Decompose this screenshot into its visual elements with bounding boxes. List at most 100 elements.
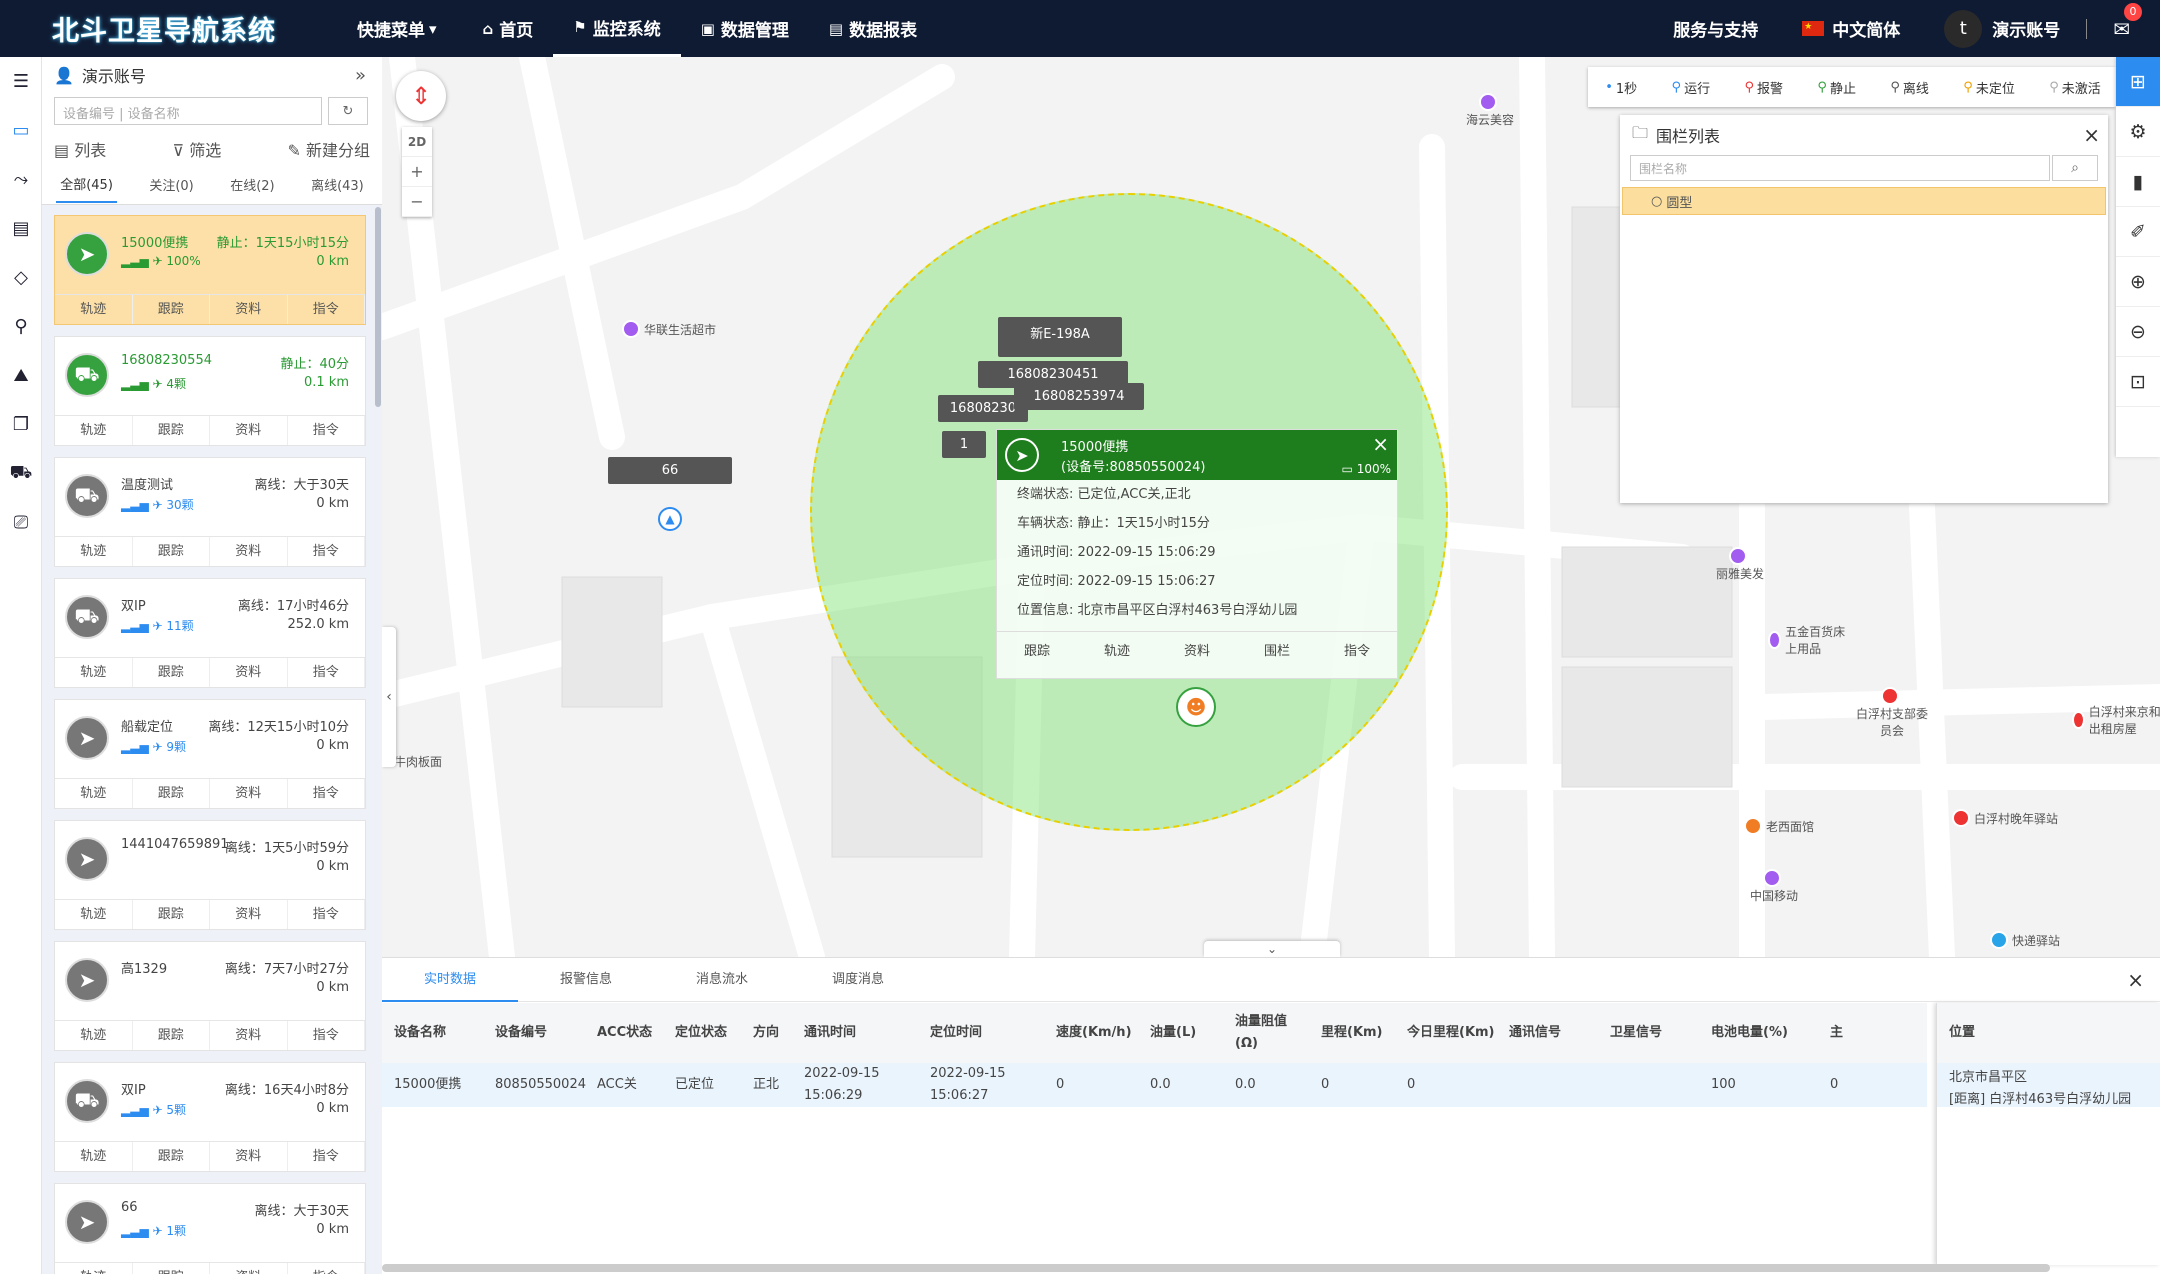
support-link[interactable]: 服务与支持 — [1673, 16, 1758, 41]
tab-alarms[interactable]: 报警信息 — [518, 958, 654, 1002]
close-icon[interactable]: × — [2083, 123, 2100, 147]
ruler-icon[interactable]: ✐ — [2116, 207, 2160, 257]
monitor-panel-icon[interactable]: ▭ — [0, 106, 42, 155]
poi-china-mobile[interactable]: 中国移动 — [1750, 869, 1798, 904]
copy-icon[interactable]: ❐ — [0, 400, 42, 449]
device-card[interactable]: ➤ 1441047659891 离线：1天5小时59分 0 km 轨迹 跟踪 资料 指令 — [54, 820, 366, 930]
nav-data-manage[interactable]: ▣ 数据管理 — [681, 0, 809, 57]
fence-icon[interactable]: ◇ — [0, 253, 42, 302]
document-icon[interactable]: ▤ — [0, 204, 42, 253]
legend-offline[interactable]: ⚲ 离线 — [1890, 78, 1929, 97]
device-action-button[interactable]: 指令 — [288, 900, 365, 929]
device-action-button[interactable]: 资料 — [210, 537, 288, 566]
tab-all[interactable]: 全部(45) — [56, 166, 117, 203]
truck-icon[interactable]: ⛟ — [0, 449, 42, 498]
fence-search-input[interactable]: 围栏名称 — [1630, 155, 2050, 181]
menu-toggle-icon[interactable]: ☰ — [0, 57, 42, 106]
device-card[interactable]: ➤ 15000便携 静止：1天15小时15分 ▂▃▅ ✈ 100% 0 km 轨迹 跟踪 资料… — [54, 215, 366, 325]
poi-station[interactable]: 白浮村晚年驿站 — [1952, 809, 2058, 827]
vehicle-label[interactable]: 66 — [608, 457, 732, 484]
tab-offline[interactable]: 离线(43) — [307, 167, 368, 202]
zoom-out-icon[interactable]: ⊖ — [2116, 307, 2160, 357]
device-action-button[interactable]: 资料 — [210, 900, 288, 929]
nav-home[interactable]: ⌂ 首页 — [463, 0, 554, 57]
vehicle-label[interactable]: 新E-198A — [998, 317, 1122, 357]
device-list-scrollbar[interactable] — [375, 207, 381, 407]
poi-haiyun[interactable]: 海云美容 — [1466, 93, 1514, 128]
device-action-button[interactable]: 资料 — [210, 416, 288, 445]
device-action-button[interactable]: 资料 — [210, 1021, 288, 1050]
popup-track-button[interactable]: 跟踪 — [1024, 640, 1050, 659]
screen-icon[interactable]: ⎚ — [0, 498, 42, 547]
device-action-button[interactable]: 跟踪 — [133, 779, 210, 808]
poi-beef-noodle[interactable]: 牛肉板面 — [394, 753, 442, 770]
table-scrollbar[interactable] — [382, 1264, 2050, 1272]
gear-icon[interactable]: ⚙ — [2116, 107, 2160, 157]
vehicle-label[interactable]: 16808253974 — [1014, 383, 1144, 410]
legend-unlocated[interactable]: ⚲ 未定位 — [1963, 78, 2015, 97]
device-action-button[interactable]: 资料 — [210, 658, 288, 687]
poi-liya[interactable]: 丽雅美发 — [1716, 547, 1764, 582]
refresh-interval[interactable]: • 1秒 — [1605, 78, 1637, 97]
poi-hualian[interactable]: 华联生活超市 — [622, 320, 716, 338]
device-action-button[interactable]: 资料 — [210, 295, 288, 324]
route-icon[interactable]: ⚲ — [0, 302, 42, 351]
device-action-button[interactable]: 指令 — [288, 416, 365, 445]
refresh-icon[interactable]: ↻ — [328, 97, 368, 125]
device-action-button[interactable]: 跟踪 — [133, 1263, 210, 1274]
legend-alarm[interactable]: ⚲ 报警 — [1744, 78, 1783, 97]
device-action-button[interactable]: 跟踪 — [133, 1021, 210, 1050]
poi-hardware[interactable]: 五金百货床上用品 — [1768, 623, 1848, 657]
close-icon[interactable]: × — [2127, 968, 2144, 992]
tab-realtime[interactable]: 实时数据 — [382, 958, 518, 1002]
poi-express[interactable]: 快递驿站 — [1990, 931, 2060, 949]
legend-running[interactable]: ⚲ 运行 — [1672, 78, 1711, 97]
device-card[interactable]: ➤ 高1329 离线：7天7小时27分 0 km 轨迹 跟踪 资料 指令 — [54, 941, 366, 1051]
compass-icon[interactable]: ⇕ — [396, 71, 446, 121]
language-select[interactable]: 中文简体 — [1802, 16, 1900, 41]
legend-inactive[interactable]: ⚲ 未激活 — [2049, 78, 2101, 97]
collapse-panel-icon[interactable]: » — [355, 65, 366, 86]
popup-info-button[interactable]: 资料 — [1184, 640, 1210, 659]
zoom-in-button[interactable]: + — [402, 157, 432, 187]
mail-icon[interactable]: ✉ 0 — [2113, 2, 2142, 41]
device-action-button[interactable]: 轨迹 — [55, 900, 133, 929]
device-action-button[interactable]: 指令 — [288, 1263, 365, 1274]
device-card[interactable]: ➤ 船载定位 离线：12天15小时10分 ▂▃▅ ✈ 9颗 0 km 轨迹 跟踪 资料 指令 — [54, 699, 366, 809]
popup-command-button[interactable]: 指令 — [1344, 640, 1370, 659]
device-card[interactable]: ⛟ 16808230554 静止：40分 ▂▃▅ ✈ 4颗 0.1 km 轨迹 跟踪 资料 指令 — [54, 336, 366, 446]
nav-quick-menu[interactable]: 快捷菜单 ▾ — [337, 0, 463, 57]
device-action-button[interactable]: 跟踪 — [133, 1142, 210, 1171]
vehicle-label[interactable]: 1 — [942, 431, 986, 458]
tab-online[interactable]: 在线(2) — [226, 167, 278, 202]
zoom-out-button[interactable]: − — [402, 187, 432, 217]
avatar[interactable]: t — [1944, 9, 1983, 48]
tab-followed[interactable]: 关注(0) — [145, 167, 197, 202]
poi-rental[interactable]: 白浮村来京和出租房屋 — [2072, 703, 2160, 737]
nav-monitor[interactable]: ⚑ 监控系统 — [553, 0, 681, 57]
popup-fence-button[interactable]: 围栏 — [1264, 640, 1290, 659]
traffic-light-icon[interactable]: ▮ — [2116, 157, 2160, 207]
popup-trail-button[interactable]: 轨迹 — [1104, 640, 1130, 659]
device-action-button[interactable]: 轨迹 — [55, 537, 133, 566]
fence-item[interactable]: ○ 圆型 — [1622, 187, 2106, 215]
device-action-button[interactable]: 轨迹 — [55, 416, 133, 445]
device-action-button[interactable]: 资料 — [210, 1142, 288, 1171]
device-action-button[interactable]: 指令 — [288, 295, 365, 324]
device-card[interactable]: ⛟ 双IP 离线：17小时46分 ▂▃▅ ✈ 11颗 252.0 km 轨迹 跟踪 资料 指令 — [54, 578, 366, 688]
poi-noodle[interactable]: 老西面馆 — [1744, 817, 1814, 835]
device-search-input[interactable]: 设备编号 | 设备名称 — [54, 97, 322, 125]
device-action-button[interactable]: 跟踪 — [133, 900, 210, 929]
device-action-button[interactable]: 轨迹 — [55, 1142, 133, 1171]
close-icon[interactable]: × — [1372, 432, 1389, 456]
account-name[interactable]: 演示账号 — [1992, 16, 2060, 41]
legend-static[interactable]: ⚲ 静止 — [1817, 78, 1856, 97]
device-action-button[interactable]: 轨迹 — [55, 658, 133, 687]
collapse-bottom-icon[interactable]: ⌄ — [1204, 941, 1340, 957]
device-card[interactable]: ➤ 66 离线：大于30天 ▂▃▅ ✈ 1颗 0 km 轨迹跟踪资料指令 — [54, 1183, 366, 1274]
device-action-button[interactable]: 轨迹 — [55, 1021, 133, 1050]
tab-dispatch[interactable]: 调度消息 — [790, 958, 926, 1002]
device-action-button[interactable]: 资料 — [210, 779, 288, 808]
device-action-button[interactable]: 跟踪 — [133, 658, 210, 687]
track-icon[interactable]: ⤳ — [0, 155, 42, 204]
